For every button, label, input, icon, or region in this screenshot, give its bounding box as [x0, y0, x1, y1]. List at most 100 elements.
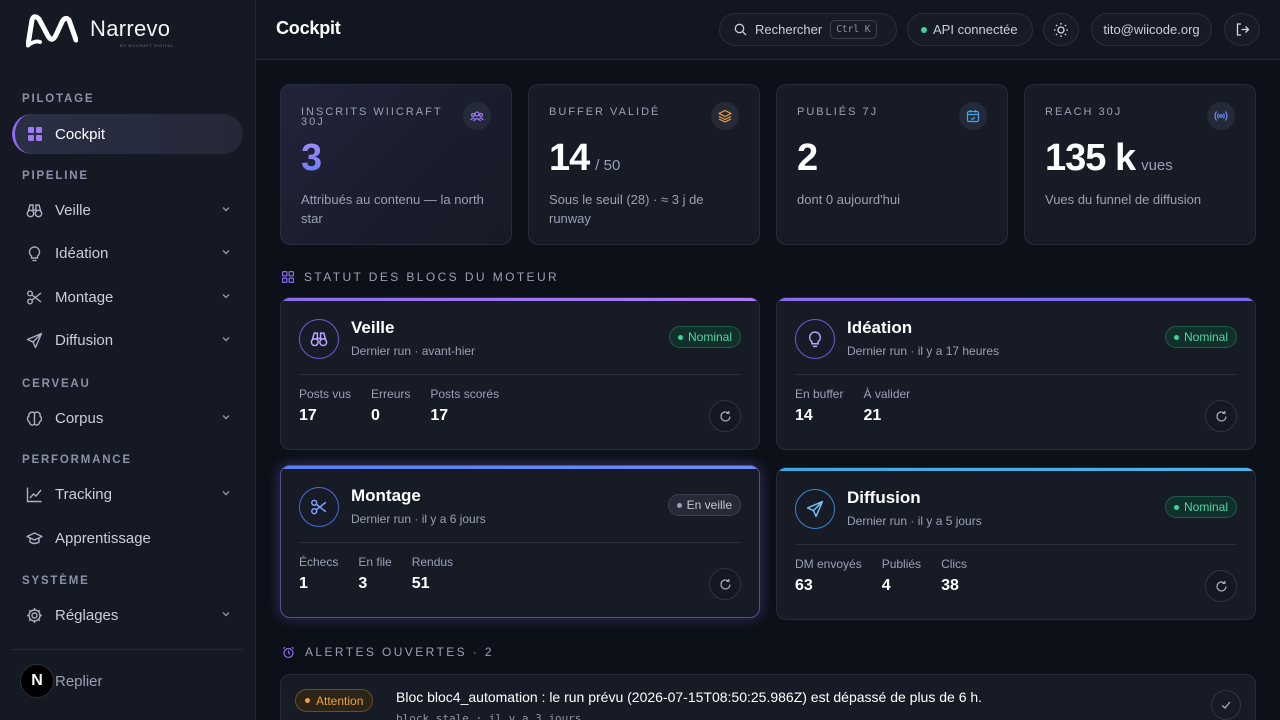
theme-toggle-button[interactable]	[1043, 13, 1079, 46]
refresh-button[interactable]	[709, 400, 741, 432]
avatar: N	[20, 664, 54, 698]
binoculars-icon	[299, 319, 339, 359]
kpi-value: 3	[301, 137, 322, 179]
block-metrics: Échecs 1 En file 3 Rendus 51	[299, 555, 473, 593]
kpi-number: 14	[549, 137, 590, 179]
logout-icon	[1236, 23, 1249, 36]
sun-icon	[1054, 22, 1068, 37]
alert-row: Attention Bloc bloc4_automation : le run…	[280, 674, 1256, 720]
kpi-suffix: vues	[1141, 157, 1173, 174]
kpi-value: 14 / 50	[549, 137, 620, 180]
block-card-diffusion: Diffusion Dernier run · il y a 5 jours N…	[776, 467, 1256, 620]
sidebar-item-tracking[interactable]: Tracking	[12, 474, 243, 514]
sidebar-item-ideation[interactable]: Idéation	[12, 233, 243, 273]
metric-value: 21	[863, 407, 882, 424]
search-shortcut: Ctrl K	[830, 20, 877, 39]
block-card-montage: Montage Dernier run · il y a 6 jours En …	[280, 465, 760, 618]
metric-value: 3	[358, 575, 368, 592]
api-status-label: API connectée	[933, 22, 1018, 37]
kpi-card-inscrits: INSCRITS WIICRAFT 30J 3 Attribués au con…	[280, 84, 512, 245]
metric-label: Posts scorés	[430, 387, 500, 401]
scissors-icon	[26, 289, 43, 306]
logout-button[interactable]	[1224, 13, 1260, 46]
metric-value: 17	[430, 407, 449, 424]
metric-label: En buffer	[795, 387, 844, 401]
metric: Échecs 1	[299, 555, 338, 593]
metric-label: Erreurs	[371, 387, 411, 401]
kpi-subtext: Attribués au contenu — la north star	[301, 192, 484, 226]
status-badge: En veille	[667, 494, 741, 516]
status-dot	[1173, 504, 1179, 510]
block-metrics: En buffer 14 À valider 21	[795, 387, 930, 425]
divider	[299, 542, 741, 543]
block-card-ideation: Idéation Dernier run · il y a 17 heures …	[776, 297, 1256, 450]
search-button[interactable]: Rechercher Ctrl K	[719, 13, 897, 46]
chevron-down-icon	[222, 491, 230, 496]
refresh-icon	[719, 410, 731, 422]
severity-label: Attention	[316, 693, 364, 708]
sidebar-item-corpus[interactable]: Corpus	[12, 398, 243, 438]
block-accent-bar	[281, 466, 759, 469]
block-metrics: Posts vus 17 Erreurs 0 Posts scorés 17	[299, 387, 519, 425]
gear-icon	[26, 607, 43, 624]
refresh-button[interactable]	[1205, 570, 1237, 602]
chart-line-icon	[26, 486, 43, 503]
block-card-veille: Veille Dernier run · avant-hier Nominal …	[280, 297, 760, 450]
sidebar-item-label: Tracking	[55, 485, 112, 503]
severity-badge: Attention	[295, 689, 374, 712]
sidebar: Narrevo BY WIICRAFT DIGITAL PILOTAGE Coc…	[0, 0, 256, 720]
kpi-label: BUFFER VALIDÉ	[549, 106, 661, 118]
lightbulb-icon	[26, 245, 43, 262]
search-label: Rechercher	[755, 22, 823, 37]
refresh-button[interactable]	[1205, 400, 1237, 432]
refresh-icon	[1215, 580, 1227, 592]
sidebar-item-label: Réglages	[55, 606, 119, 624]
acknowledge-button[interactable]	[1211, 690, 1241, 720]
brand-tagline: BY WIICRAFT DIGITAL	[120, 43, 174, 48]
metric-value: 4	[881, 577, 891, 594]
sidebar-item-label: Apprentissage	[55, 529, 151, 547]
sidebar-item-reglages[interactable]: Réglages	[12, 595, 243, 635]
status-badge: Nominal	[1164, 496, 1237, 518]
refresh-button[interactable]	[709, 568, 741, 600]
graduation-cap-icon	[26, 530, 43, 547]
severity-dot	[305, 698, 310, 703]
users-icon	[463, 102, 491, 130]
divider	[299, 374, 741, 375]
metric: Clics 38	[941, 557, 967, 595]
broadcast-icon	[1207, 102, 1235, 130]
collapse-sidebar-button[interactable]: N Replier	[20, 664, 103, 698]
metric-value: 63	[795, 577, 813, 594]
block-title: Diffusion	[847, 488, 921, 507]
sidebar-item-montage[interactable]: Montage	[12, 277, 243, 317]
send-icon	[795, 489, 835, 529]
metric-value: 17	[299, 407, 317, 424]
blocks-section-heading: STATUT DES BLOCS DU MOTEUR	[282, 270, 559, 284]
kpi-label: PUBLIÉS 7J	[797, 106, 879, 118]
sidebar-divider	[12, 649, 243, 650]
sidebar-item-diffusion[interactable]: Diffusion	[12, 320, 243, 360]
metric: Rendus 51	[412, 555, 453, 593]
brand-logo[interactable]: Narrevo BY WIICRAFT DIGITAL	[26, 14, 173, 48]
alarm-icon	[283, 646, 294, 658]
section-title-pilotage: PILOTAGE	[22, 93, 95, 105]
section-heading-label: ALERTES OUVERTES · 2	[305, 645, 494, 659]
status-badge: Nominal	[1164, 326, 1237, 348]
metric: Publiés 4	[882, 557, 921, 595]
sidebar-item-veille[interactable]: Veille	[12, 190, 243, 230]
metric-label: DM envoyés	[795, 557, 862, 571]
sidebar-item-cockpit[interactable]: Cockpit	[12, 114, 243, 154]
metric: DM envoyés 63	[795, 557, 862, 595]
kpi-card-reach: REACH 30J 135 k vues Vues du funnel de di…	[1024, 84, 1256, 245]
metric-label: À valider	[863, 387, 911, 401]
refresh-icon	[1215, 410, 1227, 422]
check-icon	[1221, 701, 1231, 709]
metric: Posts scorés 17	[430, 387, 499, 425]
divider	[795, 544, 1237, 545]
user-menu-button[interactable]: tito@wiicode.org	[1091, 13, 1212, 46]
brand-name: Narrevo	[90, 16, 171, 41]
metric-label: Clics	[941, 557, 968, 571]
sidebar-item-apprentissage[interactable]: Apprentissage	[12, 518, 243, 558]
section-title-cerveau: CERVEAU	[22, 378, 91, 390]
grid-icon	[26, 126, 43, 143]
